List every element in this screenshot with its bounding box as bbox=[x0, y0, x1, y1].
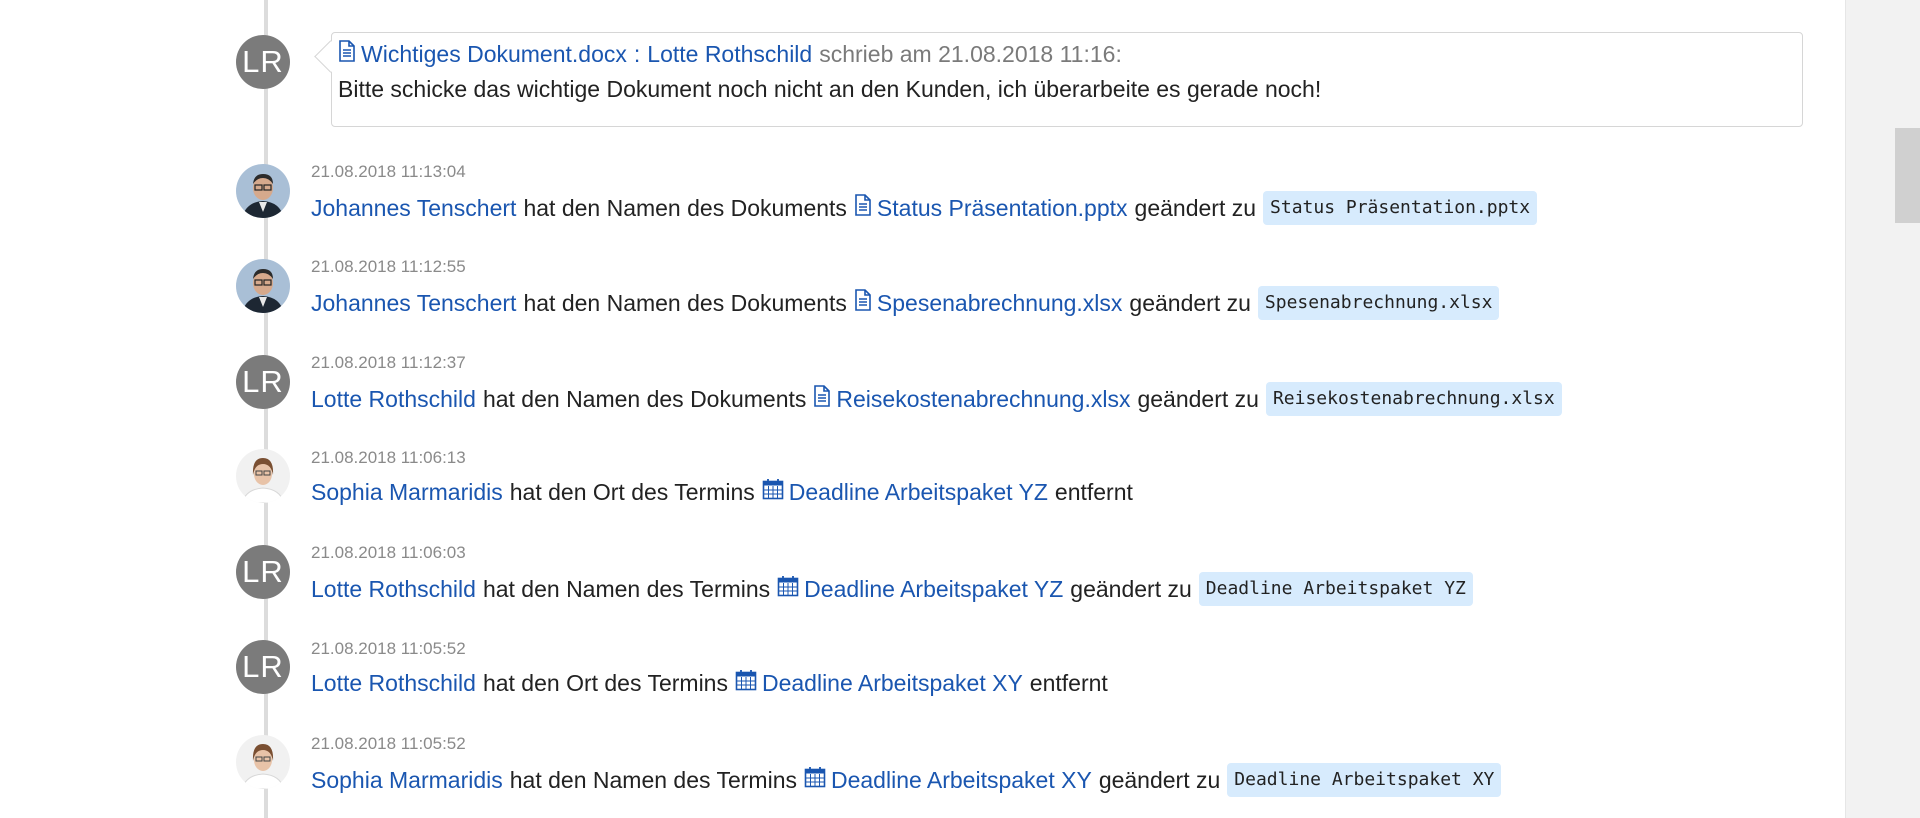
avatar bbox=[236, 164, 290, 218]
comment-text: Bitte schicke das wichtige Dokument noch… bbox=[338, 76, 1322, 102]
comment-meta: schrieb am 21.08.2018 11:16: bbox=[819, 41, 1122, 67]
activity-entry: 21.08.2018 11:06:03 Lotte Rothschild hat… bbox=[311, 543, 1620, 606]
user-photo-icon bbox=[236, 735, 290, 789]
action-text: hat den Namen des Dokuments bbox=[523, 290, 847, 316]
verb-text: geändert zu bbox=[1070, 576, 1192, 602]
separator: : bbox=[633, 41, 641, 67]
verb-text: geändert zu bbox=[1137, 386, 1259, 412]
user-link[interactable]: Johannes Tenschert bbox=[311, 288, 516, 318]
verb-text: geändert zu bbox=[1129, 290, 1251, 316]
avatar bbox=[236, 259, 290, 313]
user-photo-icon bbox=[236, 259, 290, 313]
user-link[interactable]: Lotte Rothschild bbox=[311, 668, 476, 698]
action-text: hat den Namen des Termins bbox=[509, 767, 797, 793]
activity-entry: 21.08.2018 11:05:52 Sophia Marmaridis ha… bbox=[311, 734, 1620, 797]
item-link[interactable]: Deadline Arbeitspaket XY bbox=[831, 765, 1092, 795]
calendar-icon bbox=[804, 765, 826, 795]
user-link[interactable]: Lotte Rothschild bbox=[311, 384, 476, 414]
avatar bbox=[236, 449, 290, 503]
new-value-badge: Reisekostenabrechnung.xlsx bbox=[1265, 382, 1562, 416]
verb-text: geändert zu bbox=[1134, 195, 1257, 221]
calendar-icon bbox=[777, 574, 799, 604]
activity-entry: 21.08.2018 11:06:13 Sophia Marmaridis ha… bbox=[311, 448, 1620, 507]
document-link[interactable]: Wichtiges Dokument.docx bbox=[361, 37, 627, 71]
new-value-badge: Spesenabrechnung.xlsx bbox=[1257, 286, 1500, 320]
calendar-icon bbox=[762, 477, 784, 507]
document-icon bbox=[813, 384, 831, 414]
item-link[interactable]: Status Präsentation.pptx bbox=[877, 193, 1128, 223]
timestamp: 21.08.2018 11:05:52 bbox=[311, 734, 466, 753]
calendar-icon bbox=[735, 668, 757, 698]
timestamp: 21.08.2018 11:12:37 bbox=[311, 353, 466, 372]
verb-text: geändert zu bbox=[1098, 767, 1221, 793]
comment-box: Wichtiges Dokument.docx : Lotte Rothschi… bbox=[314, 32, 1803, 127]
user-link[interactable]: Sophia Marmaridis bbox=[311, 477, 503, 507]
action-text: hat den Namen des Termins bbox=[482, 576, 771, 602]
comment-header: Wichtiges Dokument.docx : Lotte Rothschi… bbox=[338, 37, 1122, 71]
avatar: LR bbox=[236, 35, 290, 89]
avatar: LR bbox=[236, 640, 290, 694]
activity-entry: 21.08.2018 11:13:04 Johannes Tenschert h… bbox=[311, 162, 1620, 225]
verb-text: entfernt bbox=[1054, 479, 1133, 505]
timestamp: 21.08.2018 11:12:55 bbox=[311, 257, 466, 276]
scrollbar-thumb[interactable] bbox=[1895, 128, 1920, 223]
item-link[interactable]: Deadline Arbeitspaket YZ bbox=[804, 574, 1063, 604]
item-link[interactable]: Deadline Arbeitspaket YZ bbox=[789, 477, 1048, 507]
user-link[interactable]: Johannes Tenschert bbox=[311, 193, 516, 223]
document-icon bbox=[854, 288, 872, 318]
action-text: hat den Ort des Termins bbox=[482, 670, 728, 696]
verb-text: entfernt bbox=[1029, 670, 1108, 696]
activity-entry: 21.08.2018 11:05:52 Lotte Rothschild hat… bbox=[311, 639, 1620, 698]
timeline-line bbox=[264, 0, 268, 818]
action-text: hat den Namen des Dokuments bbox=[523, 195, 847, 221]
document-icon bbox=[854, 193, 872, 223]
avatar bbox=[236, 735, 290, 789]
timestamp: 21.08.2018 11:06:03 bbox=[311, 543, 466, 562]
avatar: LR bbox=[236, 355, 290, 409]
new-value-badge: Deadline Arbeitspaket YZ bbox=[1198, 572, 1473, 606]
user-link[interactable]: Sophia Marmaridis bbox=[311, 765, 503, 795]
timestamp: 21.08.2018 11:05:52 bbox=[311, 639, 466, 658]
activity-entry: 21.08.2018 11:12:37 Lotte Rothschild hat… bbox=[311, 353, 1620, 416]
action-text: hat den Ort des Termins bbox=[509, 479, 755, 505]
user-link[interactable]: Lotte Rothschild bbox=[311, 574, 476, 604]
item-link[interactable]: Deadline Arbeitspaket XY bbox=[762, 668, 1023, 698]
avatar: LR bbox=[236, 545, 290, 599]
new-value-badge: Status Präsentation.pptx bbox=[1263, 191, 1538, 225]
user-photo-icon bbox=[236, 449, 290, 503]
timestamp: 21.08.2018 11:13:04 bbox=[311, 162, 466, 181]
action-text: hat den Namen des Dokuments bbox=[482, 386, 807, 412]
timestamp: 21.08.2018 11:06:13 bbox=[311, 448, 466, 467]
item-link[interactable]: Reisekostenabrechnung.xlsx bbox=[836, 384, 1130, 414]
new-value-badge: Deadline Arbeitspaket XY bbox=[1227, 763, 1502, 797]
comment-author-link[interactable]: Lotte Rothschild bbox=[647, 37, 812, 71]
scrollbar-track[interactable] bbox=[1845, 0, 1920, 818]
document-icon bbox=[338, 37, 356, 71]
user-photo-icon bbox=[236, 164, 290, 218]
item-link[interactable]: Spesenabrechnung.xlsx bbox=[877, 288, 1123, 318]
activity-entry: 21.08.2018 11:12:55 Johannes Tenschert h… bbox=[311, 257, 1620, 320]
